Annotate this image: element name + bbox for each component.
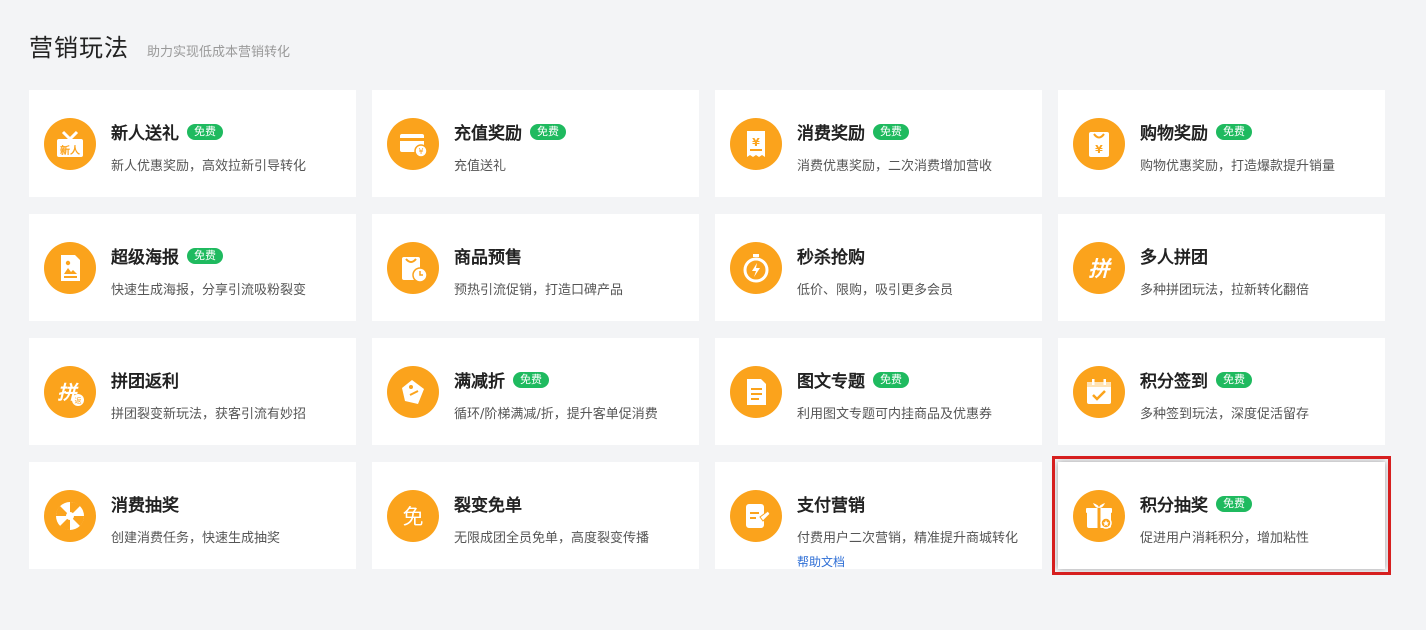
points-gift-icon	[1073, 490, 1125, 542]
card-description: 预热引流促销，打造口碑产品	[454, 283, 624, 298]
free-badge: 免费	[873, 371, 909, 388]
document-icon	[730, 366, 782, 418]
receipt-yen-icon: ¥	[730, 118, 782, 170]
card-payment-marketing[interactable]: 支付营销 付费用户二次营销，精准提升商城转化 帮助文档	[715, 462, 1042, 569]
wheel-icon	[44, 490, 96, 542]
card-discount[interactable]: 满减折 免费 循环/阶梯满减/折，提升客单促消费	[372, 338, 699, 445]
presale-bag-icon	[387, 242, 439, 294]
svg-text:拼: 拼	[1089, 257, 1113, 281]
svg-text:免: 免	[403, 505, 424, 529]
card-description: 购物优惠奖励，打造爆款提升销量	[1140, 159, 1336, 174]
marketing-grid: 新人 新人送礼 免费 新人优惠奖励，高效拉新引导转化 ¥ 充值奖励 免费 充值送…	[29, 90, 1391, 575]
pin-icon: 拼	[1073, 242, 1125, 294]
card-description: 充值送礼	[454, 159, 507, 174]
card-description: 利用图文专题可内挂商品及优惠券	[797, 407, 993, 422]
page-subtitle: 助力实现低成本营销转化	[147, 45, 291, 60]
card-description: 消费优惠奖励，二次消费增加营收	[797, 159, 993, 174]
pin-rebate-icon: 拼返	[44, 366, 96, 418]
card-title: 购物奖励	[1140, 124, 1208, 144]
card-super-poster[interactable]: 超级海报 免费 快速生成海报，分享引流吸粉裂变	[29, 214, 356, 321]
free-badge: 免费	[1216, 123, 1252, 140]
card-title: 新人送礼	[111, 124, 179, 144]
card-title: 满减折	[454, 372, 505, 392]
card-title: 超级海报	[111, 248, 179, 268]
card-description: 无限成团全员免单，高度裂变传播	[454, 531, 650, 546]
card-shopping-reward[interactable]: ¥ 购物奖励 免费 购物优惠奖励，打造爆款提升销量	[1058, 90, 1385, 197]
card-description: 低价、限购，吸引更多会员	[797, 283, 954, 298]
card-title: 裂变免单	[454, 496, 522, 516]
card-description: 新人优惠奖励，高效拉新引导转化	[111, 159, 307, 174]
card-description: 快速生成海报，分享引流吸粉裂变	[111, 283, 307, 298]
svg-text:¥: ¥	[752, 136, 760, 149]
card-title: 积分抽奖	[1140, 496, 1208, 516]
card-description: 创建消费任务，快速生成抽奖	[111, 531, 281, 546]
free-badge: 免费	[873, 123, 909, 140]
card-consume-lottery[interactable]: 消费抽奖 创建消费任务，快速生成抽奖	[29, 462, 356, 569]
card-yen-icon: ¥	[387, 118, 439, 170]
card-fission-free-order[interactable]: 免 裂变免单 无限成团全员免单，高度裂变传播	[372, 462, 699, 569]
card-title: 消费奖励	[797, 124, 865, 144]
free-order-icon: 免	[387, 490, 439, 542]
free-badge: 免费	[1216, 371, 1252, 388]
card-points-lottery[interactable]: 积分抽奖 免费 促进用户消耗积分，增加粘性	[1052, 456, 1391, 575]
card-recharge-reward[interactable]: ¥ 充值奖励 免费 充值送礼	[372, 90, 699, 197]
card-title: 图文专题	[797, 372, 865, 392]
free-badge: 免费	[530, 123, 566, 140]
card-title: 积分签到	[1140, 372, 1208, 392]
card-description: 付费用户二次营销，精准提升商城转化	[797, 531, 1019, 546]
poster-icon	[44, 242, 96, 294]
card-points-checkin[interactable]: 积分签到 免费 多种签到玩法，深度促活留存	[1058, 338, 1385, 445]
card-title: 拼团返利	[111, 372, 179, 392]
card-article-topic[interactable]: 图文专题 免费 利用图文专题可内挂商品及优惠券	[715, 338, 1042, 445]
tag-icon	[387, 366, 439, 418]
bag-yen-icon: ¥	[1073, 118, 1125, 170]
card-title: 商品预售	[454, 248, 522, 268]
card-flash-sale[interactable]: 秒杀抢购 低价、限购，吸引更多会员	[715, 214, 1042, 321]
svg-text:¥: ¥	[418, 147, 423, 156]
card-title: 消费抽奖	[111, 496, 179, 516]
card-title: 秒杀抢购	[797, 248, 865, 268]
svg-text:返: 返	[75, 397, 82, 405]
free-badge: 免费	[513, 371, 549, 388]
calendar-check-icon	[1073, 366, 1125, 418]
card-description: 多种拼团玩法，拉新转化翻倍	[1140, 283, 1310, 298]
svg-text:新人: 新人	[60, 144, 81, 157]
card-product-presale[interactable]: 商品预售 预热引流促销，打造口碑产品	[372, 214, 699, 321]
page-title: 营销玩法	[29, 34, 129, 62]
card-title: 充值奖励	[454, 124, 522, 144]
card-description: 拼团裂变新玩法，获客引流有妙招	[111, 407, 307, 422]
page-header: 营销玩法 助力实现低成本营销转化	[29, 28, 290, 63]
card-description: 促进用户消耗积分，增加粘性	[1140, 531, 1310, 546]
card-title: 多人拼团	[1140, 248, 1208, 268]
free-badge: 免费	[187, 247, 223, 264]
payment-icon	[730, 490, 782, 542]
card-title: 支付营销	[797, 496, 865, 516]
free-badge: 免费	[187, 123, 223, 140]
card-description: 多种签到玩法，深度促活留存	[1140, 407, 1310, 422]
card-group-buy[interactable]: 拼 多人拼团 多种拼团玩法，拉新转化翻倍	[1058, 214, 1385, 321]
gift-icon: 新人	[44, 118, 96, 170]
stopwatch-icon	[730, 242, 782, 294]
card-description: 循环/阶梯满减/折，提升客单促消费	[454, 407, 658, 422]
free-badge: 免费	[1216, 495, 1252, 512]
card-new-user-gift[interactable]: 新人 新人送礼 免费 新人优惠奖励，高效拉新引导转化	[29, 90, 356, 197]
card-consume-reward[interactable]: ¥ 消费奖励 免费 消费优惠奖励，二次消费增加营收	[715, 90, 1042, 197]
svg-text:¥: ¥	[1095, 143, 1103, 156]
help-doc-link[interactable]: 帮助文档	[797, 553, 1030, 570]
card-group-rebate[interactable]: 拼返 拼团返利 拼团裂变新玩法，获客引流有妙招	[29, 338, 356, 445]
